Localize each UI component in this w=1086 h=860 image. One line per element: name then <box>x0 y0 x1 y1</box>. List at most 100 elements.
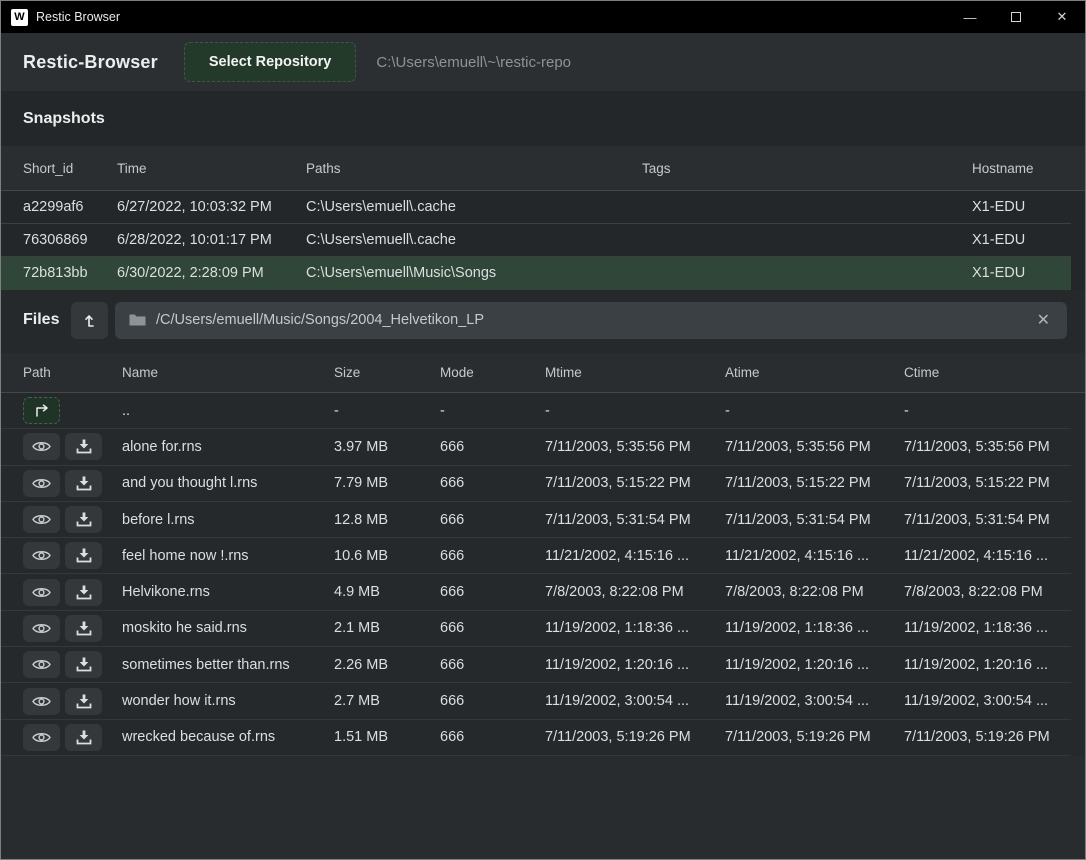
download-file-button[interactable] <box>65 470 102 497</box>
clear-path-icon[interactable]: ✕ <box>1034 310 1053 330</box>
table-row: before l.rns 12.8 MB 666 7/11/2003, 5:31… <box>1 502 1071 538</box>
file-atime: 11/19/2002, 3:00:54 ... <box>725 693 904 709</box>
table-row: sometimes better than.rns 2.26 MB 666 11… <box>1 647 1071 683</box>
table-row: moskito he said.rns 2.1 MB 666 11/19/200… <box>1 611 1071 647</box>
current-path-field[interactable]: /C/Users/emuell/Music/Songs/2004_Helveti… <box>115 302 1067 339</box>
file-mode: 666 <box>440 729 545 745</box>
download-icon <box>76 621 92 636</box>
col-atime: Atime <box>725 365 904 380</box>
view-file-button[interactable] <box>23 688 60 715</box>
file-ctime: 11/19/2002, 3:00:54 ... <box>904 693 1071 709</box>
select-repository-button[interactable]: Select Repository <box>184 42 357 82</box>
file-mtime: 11/19/2002, 3:00:54 ... <box>545 693 725 709</box>
snapshot-short-id: a2299af6 <box>23 199 117 215</box>
eye-icon <box>32 440 51 453</box>
col-paths: Paths <box>306 161 642 176</box>
file-atime: 7/11/2003, 5:35:56 PM <box>725 439 904 455</box>
snapshots-title: Snapshots <box>23 110 105 128</box>
go-parent-directory-button[interactable] <box>23 397 60 424</box>
file-name: moskito he said.rns <box>122 620 334 636</box>
file-atime: 11/19/2002, 1:18:36 ... <box>725 620 904 636</box>
file-atime: 7/11/2003, 5:31:54 PM <box>725 512 904 528</box>
view-file-button[interactable] <box>23 470 60 497</box>
download-icon <box>76 476 92 491</box>
file-mtime: 11/19/2002, 1:20:16 ... <box>545 657 725 673</box>
header: Restic-Browser Select Repository C:\User… <box>1 33 1085 91</box>
file-size: 2.7 MB <box>334 693 440 709</box>
path-root-button[interactable] <box>71 302 108 339</box>
file-mtime: 7/11/2003, 5:19:26 PM <box>545 729 725 745</box>
download-file-button[interactable] <box>65 433 102 460</box>
eye-icon <box>32 658 51 671</box>
current-path-text: /C/Users/emuell/Music/Songs/2004_Helveti… <box>156 312 1034 328</box>
minimize-button[interactable]: — <box>947 1 993 33</box>
file-name: feel home now !.rns <box>122 548 334 564</box>
view-file-button[interactable] <box>23 579 60 606</box>
file-ctime: 7/11/2003, 5:35:56 PM <box>904 439 1071 455</box>
download-icon <box>76 694 92 709</box>
col-short-id: Short_id <box>23 161 117 176</box>
table-row: wrecked because of.rns 1.51 MB 666 7/11/… <box>1 720 1071 756</box>
view-file-button[interactable] <box>23 542 60 569</box>
titlebar: W Restic Browser — ✕ <box>1 1 1085 33</box>
download-file-button[interactable] <box>65 506 102 533</box>
col-mode: Mode <box>440 365 545 380</box>
view-file-button[interactable] <box>23 651 60 678</box>
file-mtime: 7/11/2003, 5:35:56 PM <box>545 439 725 455</box>
eye-icon <box>32 513 51 526</box>
file-mode: - <box>440 403 545 419</box>
download-file-button[interactable] <box>65 724 102 751</box>
snapshot-short-id: 72b813bb <box>23 265 117 281</box>
col-hostname: Hostname <box>972 161 1071 176</box>
download-file-button[interactable] <box>65 688 102 715</box>
maximize-button[interactable] <box>993 1 1039 33</box>
maximize-icon <box>1011 12 1021 22</box>
view-file-button[interactable] <box>23 506 60 533</box>
table-row: alone for.rns 3.97 MB 666 7/11/2003, 5:3… <box>1 429 1071 465</box>
table-row: Helvikone.rns 4.9 MB 666 7/8/2003, 8:22:… <box>1 574 1071 610</box>
eye-icon <box>32 549 51 562</box>
file-mtime: 7/11/2003, 5:15:22 PM <box>545 475 725 491</box>
file-name: alone for.rns <box>122 439 334 455</box>
download-icon <box>76 548 92 563</box>
file-atime: 11/19/2002, 1:20:16 ... <box>725 657 904 673</box>
view-file-button[interactable] <box>23 615 60 642</box>
table-row: and you thought l.rns 7.79 MB 666 7/11/2… <box>1 466 1071 502</box>
file-mode: 666 <box>440 657 545 673</box>
download-file-button[interactable] <box>65 615 102 642</box>
arrow-up-from-base-icon <box>82 312 98 328</box>
files-toolbar: Files /C/Users/emuell/Music/Songs/2004_H… <box>1 290 1085 350</box>
snapshot-row[interactable]: 72b813bb 6/30/2022, 2:28:09 PM C:\Users\… <box>1 257 1071 290</box>
file-name: and you thought l.rns <box>122 475 334 491</box>
download-file-button[interactable] <box>65 542 102 569</box>
snapshot-time: 6/27/2022, 10:03:32 PM <box>117 199 306 215</box>
snapshot-row[interactable]: a2299af6 6/27/2022, 10:03:32 PM C:\Users… <box>1 191 1071 224</box>
download-icon <box>76 730 92 745</box>
files-title: Files <box>23 311 69 329</box>
download-file-button[interactable] <box>65 579 102 606</box>
close-icon: ✕ <box>1057 9 1068 25</box>
snapshot-row[interactable]: 76306869 6/28/2022, 10:01:17 PM C:\Users… <box>1 224 1071 257</box>
close-button[interactable]: ✕ <box>1039 1 1085 33</box>
file-name: before l.rns <box>122 512 334 528</box>
eye-icon <box>32 586 51 599</box>
file-size: 4.9 MB <box>334 584 440 600</box>
snapshot-time: 6/30/2022, 2:28:09 PM <box>117 265 306 281</box>
download-file-button[interactable] <box>65 651 102 678</box>
minimize-icon: — <box>964 10 977 25</box>
view-file-button[interactable] <box>23 433 60 460</box>
file-mode: 666 <box>440 475 545 491</box>
col-path: Path <box>23 365 122 380</box>
file-atime: - <box>725 403 904 419</box>
download-icon <box>76 657 92 672</box>
file-size: 3.97 MB <box>334 439 440 455</box>
file-atime: 7/11/2003, 5:19:26 PM <box>725 729 904 745</box>
file-mtime: 11/21/2002, 4:15:16 ... <box>545 548 725 564</box>
file-mtime: 7/11/2003, 5:31:54 PM <box>545 512 725 528</box>
eye-icon <box>32 731 51 744</box>
file-name: wrecked because of.rns <box>122 729 334 745</box>
file-size: 12.8 MB <box>334 512 440 528</box>
download-icon <box>76 585 92 600</box>
file-ctime: 7/8/2003, 8:22:08 PM <box>904 584 1071 600</box>
view-file-button[interactable] <box>23 724 60 751</box>
